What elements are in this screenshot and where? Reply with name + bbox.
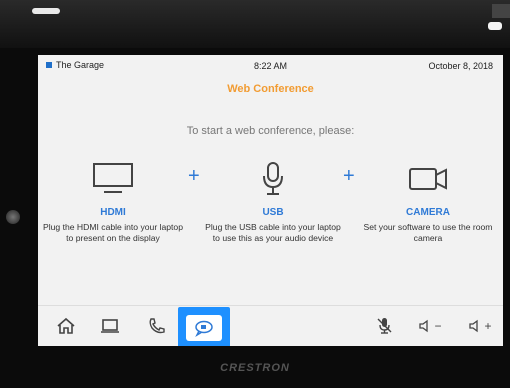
home-icon [57, 317, 75, 334]
bezel-corner [492, 4, 510, 18]
clock-date: October 8, 2018 [428, 61, 493, 71]
option-label: CAMERA [406, 207, 450, 218]
option-description: Plug the USB cable into your laptop to u… [205, 222, 341, 243]
home-button[interactable] [54, 314, 78, 338]
instruction-text: To start a web conference, please: [186, 125, 355, 137]
status-bar: The Garage 8:22 AM October 8, 2018 [38, 55, 503, 75]
touch-screen: The Garage 8:22 AM October 8, 2018 Web C… [38, 55, 503, 346]
volume-down-symbol: − [434, 319, 442, 333]
option-description: Plug the HDMI cable into your laptop to … [43, 222, 183, 243]
plus-sign: + [188, 165, 200, 187]
selected-tab-highlight [186, 314, 222, 341]
volume-up-button[interactable]: + [468, 314, 492, 338]
option-label: HDMI [100, 207, 126, 218]
chat-bubble-icon [195, 320, 213, 337]
web-conference-button[interactable] [178, 307, 230, 346]
option-label: USB [262, 207, 284, 218]
phone-icon [149, 318, 165, 334]
monitor-icon [43, 159, 183, 199]
device-brand-logo: CRESTRON [220, 362, 290, 374]
camera-icon [358, 159, 498, 199]
volume-up-symbol: + [484, 319, 492, 333]
laptop-button[interactable] [98, 314, 122, 338]
volume-down-button[interactable]: − [418, 314, 442, 338]
option-hdmi: HDMI Plug the HDMI cable into your lapto… [43, 159, 183, 244]
device-bezel-top [0, 0, 510, 48]
light-glare [32, 8, 60, 14]
light-glare [488, 22, 502, 30]
option-usb: USB Plug the USB cable into your laptop … [203, 159, 343, 244]
bottom-toolbar: − + [38, 305, 503, 346]
phone-button[interactable] [145, 314, 169, 338]
page-title: Web Conference [227, 83, 314, 95]
option-camera: CAMERA Set your software to use the room… [358, 159, 498, 244]
plus-sign: + [343, 165, 355, 187]
mic-mute-button[interactable] [372, 314, 396, 338]
microphone-icon [203, 159, 343, 199]
option-description: Set your software to use the room camera [363, 222, 493, 243]
laptop-icon [101, 319, 119, 333]
bezel-sensor [6, 210, 20, 224]
microphone-mute-icon [377, 318, 392, 334]
